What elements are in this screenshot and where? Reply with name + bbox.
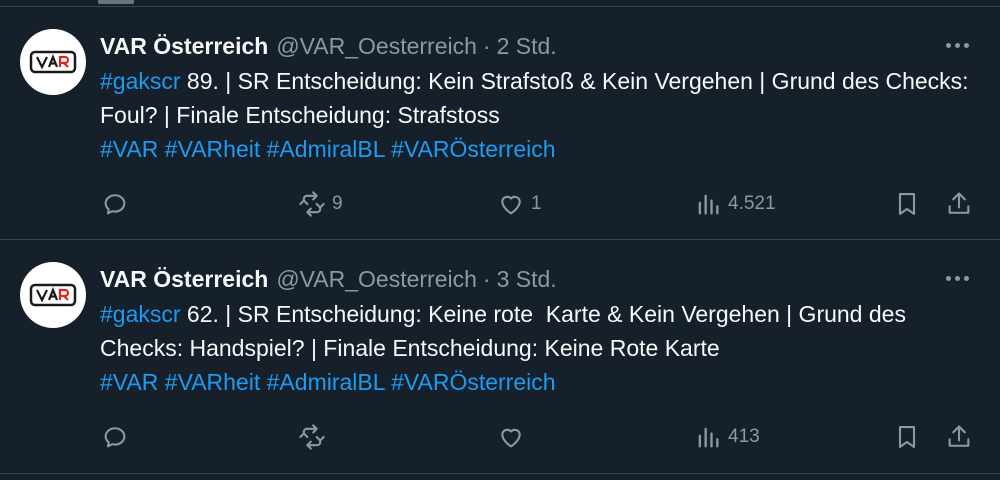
- bookmark-button[interactable]: [893, 187, 921, 221]
- heart-icon: [501, 428, 521, 448]
- repost-button[interactable]: [298, 420, 332, 454]
- hashtag-link[interactable]: #VARÖsterreich: [391, 369, 555, 395]
- tweet-actions: 413: [0, 420, 1000, 454]
- view-count: 413: [728, 426, 760, 447]
- hashtag-link[interactable]: #VARheit: [165, 369, 260, 395]
- hashtag-link[interactable]: #gakscr: [100, 301, 181, 327]
- share-icon: [948, 192, 970, 214]
- tweet-body-text: 89. | SR Entscheidung: Kein Strafstoß & …: [100, 68, 969, 128]
- hashtag-link[interactable]: #VARÖsterreich: [391, 136, 555, 162]
- author-name[interactable]: VAR Österreich: [100, 266, 268, 293]
- views-button[interactable]: 413: [694, 420, 760, 454]
- like-button[interactable]: 1: [497, 187, 542, 221]
- tweet-text-line: #gakscr 62. | SR Entscheidung: Keine rot…: [100, 297, 980, 365]
- tweet-2[interactable]: VAR Österreich @VAR_Oesterreich · 3 Std.…: [0, 240, 1000, 474]
- repost-button[interactable]: 9: [298, 187, 343, 221]
- author-handle[interactable]: @VAR_Oesterreich: [276, 33, 477, 60]
- hashtag-link[interactable]: #VARheit: [165, 136, 260, 162]
- views-button[interactable]: 4.521: [694, 187, 776, 221]
- timestamp[interactable]: 3 Std.: [497, 266, 557, 293]
- more-options-button[interactable]: [942, 266, 972, 290]
- view-count: 4.521: [728, 193, 776, 214]
- bookmark-icon: [898, 426, 916, 448]
- bookmark-button[interactable]: [893, 420, 921, 454]
- var-logo-icon: [29, 50, 77, 74]
- more-options-button[interactable]: [942, 33, 972, 57]
- repost-icon: [299, 424, 325, 450]
- separator: ·: [482, 265, 491, 292]
- more-horizontal-icon: [945, 275, 969, 281]
- reply-button[interactable]: [101, 187, 129, 221]
- hashtag-link[interactable]: #VAR: [100, 136, 158, 162]
- tweet-text: #gakscr 62. | SR Entscheidung: Keine rot…: [100, 297, 980, 399]
- timestamp[interactable]: 2 Std.: [497, 33, 557, 60]
- analytics-icon: [698, 194, 719, 215]
- tweet-actions: 9 1 4.521: [0, 187, 1000, 221]
- scroll-indicator: [98, 0, 134, 4]
- hashtag-link[interactable]: #AdmiralBL: [267, 136, 385, 162]
- author-name[interactable]: VAR Österreich: [100, 33, 268, 60]
- tweet-1[interactable]: VAR Österreich @VAR_Oesterreich · 2 Std.…: [0, 6, 1000, 240]
- tweet-text-line: #gakscr 89. | SR Entscheidung: Kein Stra…: [100, 64, 980, 132]
- reply-icon: [104, 427, 126, 448]
- var-logo-icon: [29, 283, 77, 307]
- repost-icon: [299, 191, 325, 217]
- like-count: 1: [531, 193, 542, 214]
- avatar[interactable]: [20, 29, 86, 95]
- analytics-icon: [698, 427, 719, 448]
- avatar[interactable]: [20, 262, 86, 328]
- bookmark-icon: [898, 193, 916, 215]
- separator: ·: [482, 32, 491, 59]
- hashtag-link[interactable]: #gakscr: [100, 68, 181, 94]
- author-handle[interactable]: @VAR_Oesterreich: [276, 266, 477, 293]
- tweet-header: VAR Österreich @VAR_Oesterreich · 2 Std.: [100, 29, 557, 63]
- tweet-text: #gakscr 89. | SR Entscheidung: Kein Stra…: [100, 64, 980, 166]
- share-button[interactable]: [945, 420, 973, 454]
- reply-icon: [104, 194, 126, 215]
- repost-count: 9: [332, 193, 343, 214]
- reply-button[interactable]: [101, 420, 129, 454]
- share-icon: [948, 425, 970, 447]
- tweet-body-text: 62. | SR Entscheidung: Keine rote Karte …: [100, 301, 913, 361]
- share-button[interactable]: [945, 187, 973, 221]
- tweet-header: VAR Österreich @VAR_Oesterreich · 3 Std.: [100, 262, 557, 296]
- hashtag-link[interactable]: #AdmiralBL: [267, 369, 385, 395]
- like-button[interactable]: [497, 420, 531, 454]
- hashtag-link[interactable]: #VAR: [100, 369, 158, 395]
- more-horizontal-icon: [945, 42, 969, 48]
- hashtag-row: #VAR #VARheit #AdmiralBL #VARÖsterreich: [100, 365, 980, 399]
- heart-icon: [501, 195, 521, 215]
- hashtag-row: #VAR #VARheit #AdmiralBL #VARÖsterreich: [100, 132, 980, 166]
